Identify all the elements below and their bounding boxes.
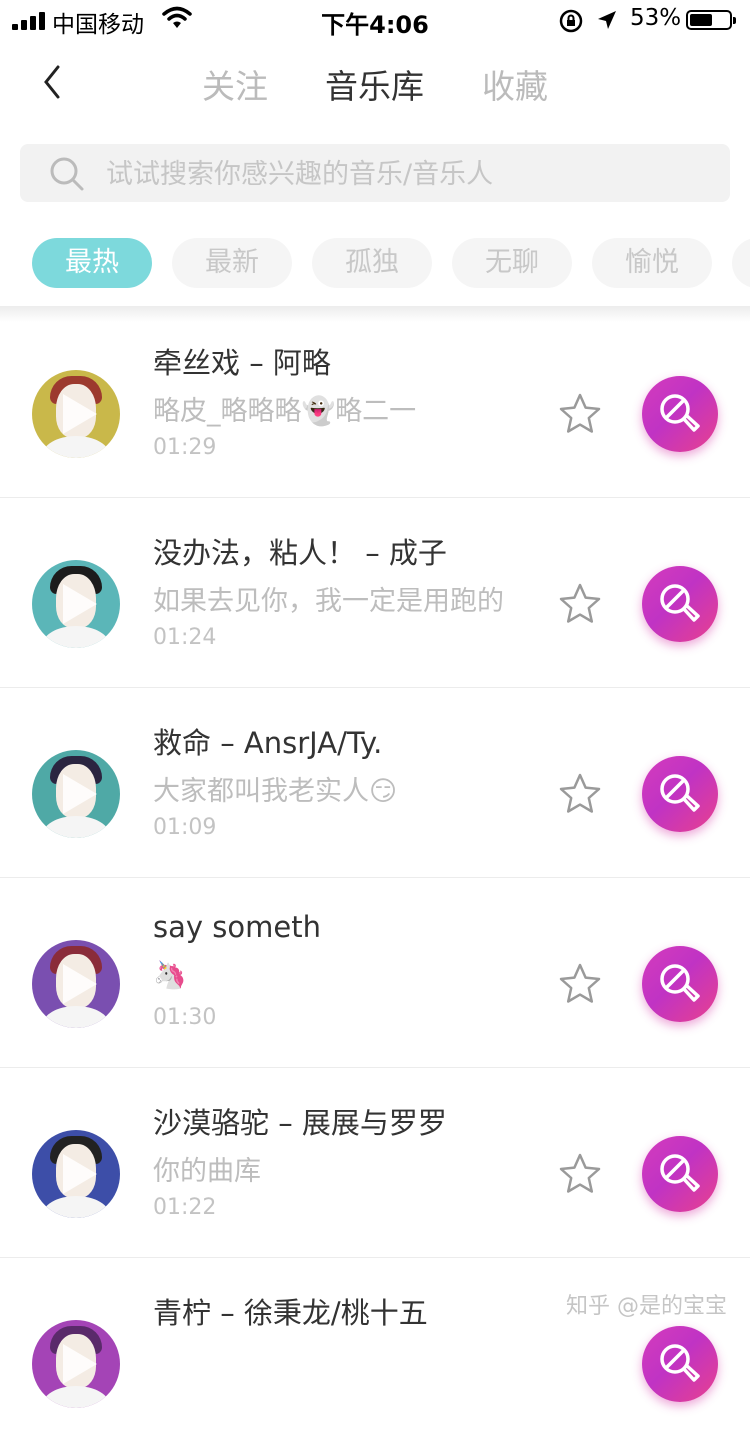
song-row[interactable]: 青柠 – 徐秉龙/桃十五 bbox=[0, 1258, 750, 1448]
status-bar: 中国移动 下午4:06 53% bbox=[0, 0, 750, 40]
chip-hottest[interactable]: 最热 bbox=[32, 238, 152, 288]
song-row[interactable]: 牵丝戏 – 阿略 略皮_略略略👻略二一 01:29 bbox=[0, 308, 750, 498]
song-avatar[interactable] bbox=[32, 750, 120, 838]
star-icon[interactable] bbox=[558, 392, 602, 436]
filter-chips: 最热 最新 孤独 无聊 愉悦 bbox=[0, 238, 750, 290]
microphone-icon bbox=[660, 584, 700, 622]
play-icon bbox=[63, 394, 97, 434]
song-row[interactable]: say someth 🦄 01:30 bbox=[0, 878, 750, 1068]
sing-button[interactable] bbox=[642, 1326, 718, 1402]
song-title: 青柠 – 徐秉龙/桃十五 bbox=[153, 1296, 428, 1330]
song-title: 没办法，粘人！ – 成子 bbox=[153, 536, 447, 570]
song-avatar[interactable] bbox=[32, 560, 120, 648]
song-avatar[interactable] bbox=[32, 1130, 120, 1218]
microphone-icon bbox=[660, 774, 700, 812]
search-bar bbox=[20, 144, 730, 202]
song-duration: 01:09 bbox=[153, 815, 217, 840]
chip-newest[interactable]: 最新 bbox=[172, 238, 292, 288]
song-duration: 01:24 bbox=[153, 625, 217, 650]
song-description: 🦄 bbox=[153, 960, 187, 991]
song-avatar[interactable] bbox=[32, 940, 120, 1028]
song-title: say someth bbox=[153, 910, 321, 944]
play-icon bbox=[63, 1154, 97, 1194]
battery-percent: 53% bbox=[630, 5, 682, 31]
song-description: 大家都叫我老实人😏 bbox=[153, 776, 398, 807]
song-title: 沙漠骆驼 – 展展与罗罗 bbox=[153, 1106, 447, 1140]
star-icon[interactable] bbox=[558, 962, 602, 1006]
sing-button[interactable] bbox=[642, 946, 718, 1022]
chip-bored[interactable]: 无聊 bbox=[452, 238, 572, 288]
sing-button[interactable] bbox=[642, 566, 718, 642]
play-icon bbox=[63, 1344, 97, 1384]
microphone-icon bbox=[660, 394, 700, 432]
microphone-icon bbox=[660, 1154, 700, 1192]
chip-lonely[interactable]: 孤独 bbox=[312, 238, 432, 288]
star-icon[interactable] bbox=[558, 772, 602, 816]
tab-following[interactable]: 关注 bbox=[202, 60, 268, 108]
song-title: 救命 – AnsrJA/Ty. bbox=[153, 726, 383, 760]
top-tabs: 关注 音乐库 收藏 bbox=[0, 60, 750, 110]
microphone-icon bbox=[660, 964, 700, 1002]
song-row[interactable]: 没办法，粘人！ – 成子 如果去见你，我一定是用跑的 01:24 bbox=[0, 498, 750, 688]
song-row[interactable]: 救命 – AnsrJA/Ty. 大家都叫我老实人😏 01:09 bbox=[0, 688, 750, 878]
chip-joyful[interactable]: 愉悦 bbox=[592, 238, 712, 288]
rotation-lock-icon bbox=[559, 9, 583, 33]
play-icon bbox=[63, 964, 97, 1004]
song-duration: 01:29 bbox=[153, 435, 217, 460]
song-duration: 01:30 bbox=[153, 1005, 217, 1030]
play-icon bbox=[63, 774, 97, 814]
song-description: 你的曲库 bbox=[153, 1156, 261, 1187]
tab-favorites[interactable]: 收藏 bbox=[482, 60, 548, 108]
sing-button[interactable] bbox=[642, 756, 718, 832]
song-row[interactable]: 沙漠骆驼 – 展展与罗罗 你的曲库 01:22 bbox=[0, 1068, 750, 1258]
sing-button[interactable] bbox=[642, 1136, 718, 1212]
tab-music-library[interactable]: 音乐库 bbox=[325, 60, 424, 108]
song-description: 略皮_略略略👻略二一 bbox=[153, 396, 417, 427]
song-duration: 01:22 bbox=[153, 1195, 217, 1220]
location-arrow-icon bbox=[598, 11, 616, 29]
microphone-icon bbox=[660, 1344, 700, 1382]
search-input[interactable] bbox=[104, 152, 708, 196]
search-icon bbox=[50, 157, 84, 191]
play-icon bbox=[63, 584, 97, 624]
star-icon[interactable] bbox=[558, 1152, 602, 1196]
song-description: 如果去见你，我一定是用跑的 bbox=[153, 586, 504, 617]
chip-more[interactable] bbox=[732, 238, 750, 288]
watermark: 知乎 @是的宝宝 bbox=[566, 1294, 727, 1319]
sing-button[interactable] bbox=[642, 376, 718, 452]
song-avatar[interactable] bbox=[32, 1320, 120, 1408]
star-icon[interactable] bbox=[558, 582, 602, 626]
song-title: 牵丝戏 – 阿略 bbox=[153, 346, 331, 380]
battery-icon bbox=[686, 10, 736, 30]
song-avatar[interactable] bbox=[32, 370, 120, 458]
